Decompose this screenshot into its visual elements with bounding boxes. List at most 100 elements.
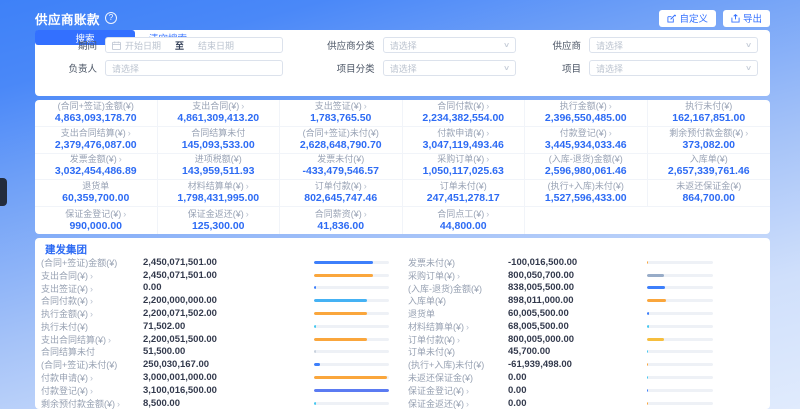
stat-value: 2,628,648,790.70 bbox=[300, 139, 382, 152]
stat-value: 4,863,093,178.70 bbox=[55, 112, 137, 125]
metric-bar-fill bbox=[647, 325, 649, 328]
stat-label: (合同+签证)未付(¥) bbox=[303, 128, 379, 139]
metric-row: 支出合同结算(¥)›2,200,051,500.00 bbox=[41, 333, 397, 346]
metric-bar-fill bbox=[647, 376, 648, 379]
supplier-select[interactable]: 请选择 ∨ bbox=[589, 37, 758, 53]
metric-label-text: 订单付款(¥) bbox=[408, 335, 455, 345]
project-label: 项目 bbox=[529, 61, 581, 75]
metric-label: 退货单 bbox=[408, 307, 508, 320]
chevron-down-icon: ∨ bbox=[745, 41, 752, 49]
metric-bar-track bbox=[647, 299, 713, 302]
metric-bar-track bbox=[314, 402, 389, 405]
stat-cell[interactable]: 发票金额(¥)›3,032,454,486.89 bbox=[35, 154, 158, 181]
metric-label-text: (执行+入库)未付(¥) bbox=[408, 360, 484, 370]
metric-value: -100,016,500.00 bbox=[508, 257, 577, 268]
stat-cell[interactable]: 订单付款(¥)›802,645,747.46 bbox=[280, 180, 403, 207]
stat-cell[interactable]: 支出合同结算(¥)›2,379,476,087.00 bbox=[35, 127, 158, 154]
metric-label[interactable]: 合同付款(¥)› bbox=[41, 294, 143, 307]
link-arrow-icon: › bbox=[457, 271, 460, 281]
stat-label: 合同结算未付 bbox=[191, 128, 245, 139]
stat-cell[interactable]: 支出签证(¥)›1,783,765.50 bbox=[280, 100, 403, 127]
metric-label[interactable]: 付款申请(¥)› bbox=[41, 371, 143, 384]
stat-value: 145,093,533.00 bbox=[182, 139, 255, 152]
collapsed-sidebar-handle[interactable] bbox=[0, 178, 7, 206]
stat-label-text: 执行未付(¥) bbox=[685, 101, 732, 111]
link-arrow-icon: › bbox=[90, 296, 93, 306]
metric-label-text: 发票未付(¥) bbox=[408, 258, 455, 268]
metric-label[interactable]: 采购订单(¥)› bbox=[408, 269, 508, 282]
link-arrow-icon: › bbox=[117, 399, 120, 409]
link-arrow-icon: › bbox=[745, 128, 748, 138]
metric-row: 保证金登记(¥)›0.00 bbox=[408, 384, 770, 397]
stat-value: 4,861,309,413.20 bbox=[177, 112, 259, 125]
stat-label-text: 付款申请(¥) bbox=[437, 128, 484, 138]
stat-cell[interactable]: 付款登记(¥)›3,445,934,033.46 bbox=[525, 127, 648, 154]
chevron-down-icon: ∨ bbox=[503, 41, 510, 49]
project-category-select[interactable]: 请选择 ∨ bbox=[383, 60, 516, 76]
stat-cell: (入库-退货)金额(¥)2,596,980,061.46 bbox=[525, 154, 648, 181]
customize-button[interactable]: 自定义 bbox=[659, 10, 716, 27]
stat-value: -433,479,546.57 bbox=[303, 165, 379, 178]
metric-row: 未返还保证金(¥)0.00 bbox=[408, 371, 770, 384]
metric-label[interactable]: 剩余预付款金额(¥)› bbox=[41, 397, 143, 409]
project-select[interactable]: 请选择 ∨ bbox=[589, 60, 758, 76]
stat-value: 2,379,476,087.00 bbox=[55, 139, 137, 152]
metric-row: 退货单60,005,500.00 bbox=[408, 307, 770, 320]
link-arrow-icon: › bbox=[241, 101, 244, 111]
stat-cell[interactable]: 合同薪资(¥)›41,836.00 bbox=[280, 207, 403, 234]
stat-cell[interactable]: 材料结算单(¥)›1,798,431,995.00 bbox=[158, 180, 281, 207]
metric-bar-fill bbox=[314, 325, 316, 328]
stat-cell[interactable]: 采购订单(¥)›1,050,117,025.63 bbox=[403, 154, 526, 181]
stat-cell[interactable]: 保证金返还(¥)›125,300.00 bbox=[158, 207, 281, 234]
stat-label-text: 合同薪资(¥) bbox=[315, 209, 362, 219]
stat-cell[interactable]: 执行金额(¥)›2,396,550,485.00 bbox=[525, 100, 648, 127]
metric-bar-track bbox=[314, 261, 389, 264]
stat-label-text: 保证金返还(¥) bbox=[188, 209, 244, 219]
metric-bar-track bbox=[647, 363, 713, 366]
metric-label[interactable]: 订单付款(¥)› bbox=[408, 333, 508, 346]
export-button[interactable]: 导出 bbox=[723, 10, 770, 27]
metric-value: 3,000,001,000.00 bbox=[143, 372, 217, 383]
metric-value: 898,011,000.00 bbox=[508, 295, 574, 306]
stat-cell: (合同+签证)金额(¥)4,863,093,178.70 bbox=[35, 100, 158, 127]
stat-cell[interactable]: 剩余预付款金额(¥)›373,082.00 bbox=[648, 127, 771, 154]
metric-label[interactable]: 保证金登记(¥)› bbox=[408, 384, 508, 397]
help-icon[interactable]: ? bbox=[105, 12, 117, 24]
stat-label-text: (入库-退货)金额(¥) bbox=[549, 154, 623, 164]
stat-label-text: 发票未付(¥) bbox=[317, 154, 364, 164]
owner-select[interactable]: 请选择 bbox=[105, 60, 283, 76]
metric-label[interactable]: 支出合同结算(¥)› bbox=[41, 333, 143, 346]
stat-cell[interactable]: 支出合同(¥)›4,861,309,413.20 bbox=[158, 100, 281, 127]
metric-row: (合同+签证)金额(¥)2,450,071,501.00 bbox=[41, 256, 397, 269]
stat-cell[interactable]: 付款申请(¥)›3,047,119,493.46 bbox=[403, 127, 526, 154]
metric-label[interactable]: 支出合同(¥)› bbox=[41, 269, 143, 282]
metric-label[interactable]: 付款登记(¥)› bbox=[41, 384, 143, 397]
supplier-category-select[interactable]: 请选择 ∨ bbox=[383, 37, 516, 53]
metric-bar-fill bbox=[314, 363, 320, 366]
metric-value: 0.00 bbox=[508, 385, 527, 396]
metric-label[interactable]: 执行金额(¥)› bbox=[41, 307, 143, 320]
group-title[interactable]: 建发集团 bbox=[45, 242, 87, 257]
link-arrow-icon: › bbox=[486, 128, 489, 138]
metric-label[interactable]: 保证金返还(¥)› bbox=[408, 397, 508, 409]
metric-label-text: 订单未付(¥) bbox=[408, 347, 455, 357]
stat-label: 剩余预付款金额(¥)› bbox=[669, 128, 748, 139]
stat-label: 支出签证(¥)› bbox=[315, 101, 367, 112]
link-arrow-icon: › bbox=[119, 154, 122, 164]
date-range-input[interactable]: 开始日期 至 结束日期 bbox=[105, 37, 283, 53]
stat-label-text: 进项税额(¥) bbox=[195, 154, 242, 164]
stat-label-text: 合同点工(¥) bbox=[437, 209, 484, 219]
stat-cell[interactable]: 合同付款(¥)›2,234,382,554.00 bbox=[403, 100, 526, 127]
stat-label-text: (合同+签证)金额(¥) bbox=[58, 101, 134, 111]
metric-value: 71,502.00 bbox=[143, 321, 185, 332]
metric-label[interactable]: 材料结算单(¥)› bbox=[408, 320, 508, 333]
metric-value: 68,005,500.00 bbox=[508, 321, 569, 332]
metric-row: 订单未付(¥)45,700.00 bbox=[408, 346, 770, 359]
metric-row: 剩余预付款金额(¥)›8,500.00 bbox=[41, 397, 397, 409]
stat-label-text: 订单付款(¥) bbox=[315, 181, 362, 191]
select-placeholder: 请选择 bbox=[596, 62, 623, 75]
stat-cell[interactable]: 保证金登记(¥)›990,000.00 bbox=[35, 207, 158, 234]
metric-label[interactable]: 支出签证(¥)› bbox=[41, 282, 143, 295]
stat-cell[interactable]: 合同点工(¥)›44,800.00 bbox=[403, 207, 526, 234]
metric-bar-fill bbox=[314, 286, 316, 289]
